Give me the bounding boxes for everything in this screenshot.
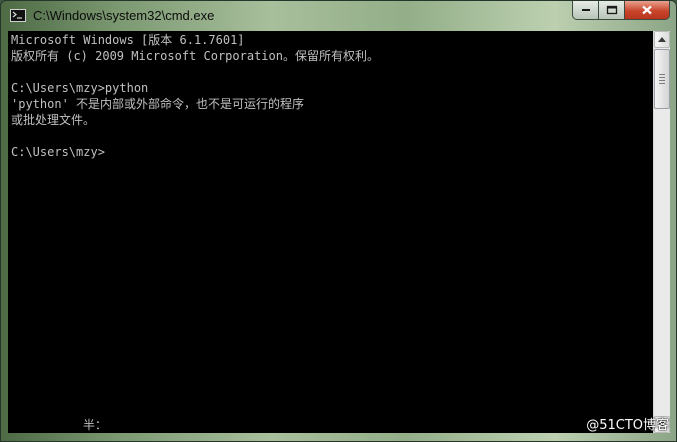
scroll-up-button[interactable] (654, 31, 670, 48)
title-bar[interactable]: C:\Windows\system32\cmd.exe (1, 1, 676, 31)
window-title: C:\Windows\system32\cmd.exe (33, 8, 215, 23)
minimize-icon (581, 9, 590, 11)
console-output[interactable]: Microsoft Windows [版本 6.1.7601] 版权所有 (c)… (8, 31, 653, 433)
close-icon (642, 5, 652, 15)
maximize-icon (606, 5, 617, 15)
cmd-icon[interactable] (10, 9, 26, 22)
console-line: 或批处理文件。 (11, 113, 96, 127)
console-prompt[interactable]: C:\Users\mzy> (11, 144, 105, 160)
scroll-thumb[interactable] (654, 49, 670, 109)
window-controls (572, 1, 670, 21)
ime-status: 半： (83, 418, 108, 432)
close-button[interactable] (625, 1, 670, 20)
cmd-window: C:\Windows\system32\cmd.exe Microsoft Wi… (0, 0, 677, 442)
console-line: 版权所有 (c) 2009 Microsoft Corporation。保留所有… (11, 49, 379, 63)
console-line: 'python' 不是内部或外部命令，也不是可运行的程序 (11, 97, 305, 111)
minimize-button[interactable] (572, 1, 599, 20)
grip-icon (659, 74, 665, 84)
watermark: @51CTO博客 (586, 418, 669, 433)
maximize-button[interactable] (599, 1, 625, 20)
arrow-up-icon (658, 37, 666, 42)
console-line: C:\Users\mzy>python (11, 81, 149, 95)
vertical-scrollbar[interactable] (653, 31, 670, 433)
console-line: Microsoft Windows [版本 6.1.7601] (11, 33, 245, 47)
